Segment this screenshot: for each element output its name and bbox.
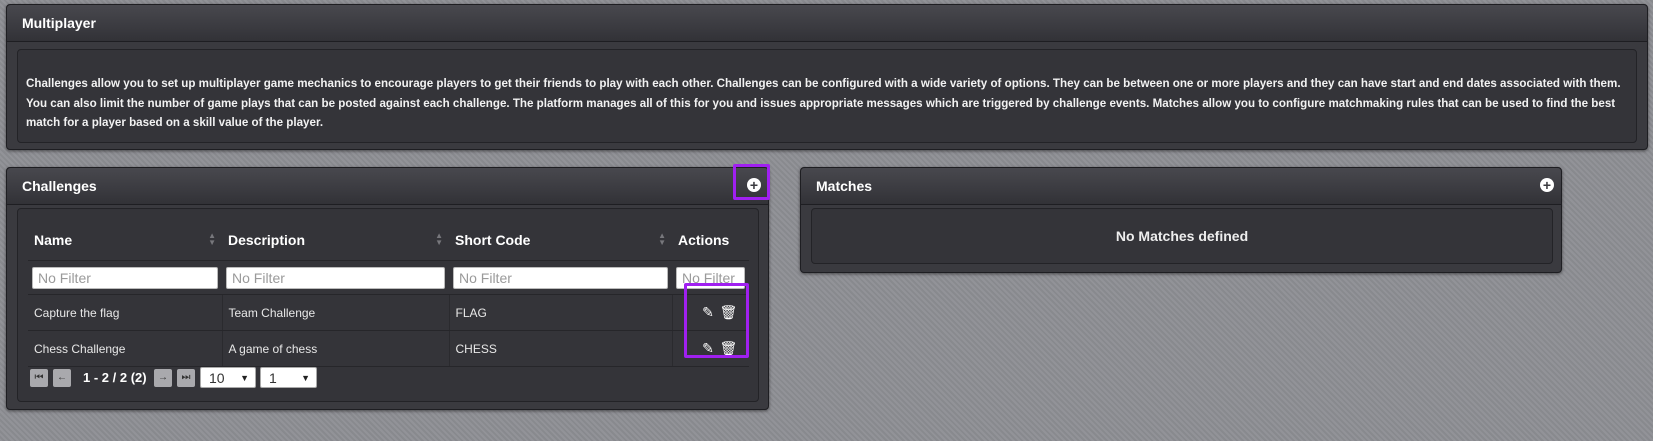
column-header-name[interactable]: Name ▲ ▼ xyxy=(28,219,222,261)
row-name: Chess Challenge xyxy=(28,330,223,367)
page-number-select[interactable]: 1 ▼ xyxy=(260,367,317,388)
multiplayer-title: Multiplayer xyxy=(22,15,96,31)
multiplayer-header: Multiplayer xyxy=(7,5,1647,42)
matches-header: Matches + xyxy=(801,168,1561,205)
multiplayer-panel: Multiplayer Challenges allow you to set … xyxy=(6,4,1648,150)
challenges-panel: Challenges + Name ▲ ▼ Description ▲ ▼ Short … xyxy=(6,167,769,410)
sort-icon[interactable]: ▲ ▼ xyxy=(208,232,216,247)
column-header-short-code[interactable]: Short Code ▲ ▼ xyxy=(449,219,672,261)
column-header-actions: Actions xyxy=(672,219,749,261)
description-filter-input[interactable] xyxy=(226,266,445,289)
chevron-down-icon: ▼ xyxy=(301,373,310,383)
row-name: Capture the flag xyxy=(28,294,223,331)
add-match-button[interactable]: + xyxy=(1540,178,1554,192)
page-size-select[interactable]: 10 ▼ xyxy=(200,367,256,388)
row-short-code: FLAG xyxy=(449,294,673,331)
challenges-title: Challenges xyxy=(22,178,97,194)
row-description: A game of chess xyxy=(222,330,450,367)
sort-icon[interactable]: ▲ ▼ xyxy=(658,232,666,247)
multiplayer-body: Challenges allow you to set up multiplay… xyxy=(17,49,1637,143)
table-row: Chess Challenge A game of chess CHESS ✎ 🗑 xyxy=(28,330,749,367)
matches-title: Matches xyxy=(816,178,873,194)
filter-row xyxy=(28,260,749,295)
next-page-button[interactable]: → xyxy=(154,369,172,387)
sort-icon[interactable]: ▲ ▼ xyxy=(435,232,443,247)
challenges-table-container: Name ▲ ▼ Description ▲ ▼ Short Code ▲ ▼ Action… xyxy=(17,208,759,402)
last-page-button[interactable]: ⏭ xyxy=(177,369,195,387)
prev-page-button[interactable]: ← xyxy=(53,369,71,387)
table-row: Capture the flag Team Challenge FLAG ✎ 🗑 xyxy=(28,294,749,331)
no-matches-message: No Matches defined xyxy=(1115,228,1249,244)
chevron-down-icon: ▼ xyxy=(240,373,249,383)
pagination-range: 1 - 2 / 2 (2) xyxy=(83,370,147,385)
first-page-button[interactable]: ⏮ xyxy=(30,369,48,387)
row-description: Team Challenge xyxy=(222,294,450,331)
multiplayer-description: Challenges allow you to set up multiplay… xyxy=(26,77,1621,129)
short-code-filter-input[interactable] xyxy=(453,266,668,289)
challenges-table: Name ▲ ▼ Description ▲ ▼ Short Code ▲ ▼ Action… xyxy=(28,219,749,367)
table-header-row: Name ▲ ▼ Description ▲ ▼ Short Code ▲ ▼ Action… xyxy=(28,219,749,261)
matches-body: No Matches defined xyxy=(811,208,1553,264)
actions-highlight xyxy=(684,283,749,358)
column-header-description[interactable]: Description ▲ ▼ xyxy=(222,219,449,261)
name-filter-input[interactable] xyxy=(32,266,218,289)
add-challenge-highlight xyxy=(733,164,770,200)
row-short-code: CHESS xyxy=(449,330,673,367)
challenges-header: Challenges + xyxy=(7,168,768,205)
matches-panel: Matches + No Matches defined xyxy=(800,167,1562,273)
